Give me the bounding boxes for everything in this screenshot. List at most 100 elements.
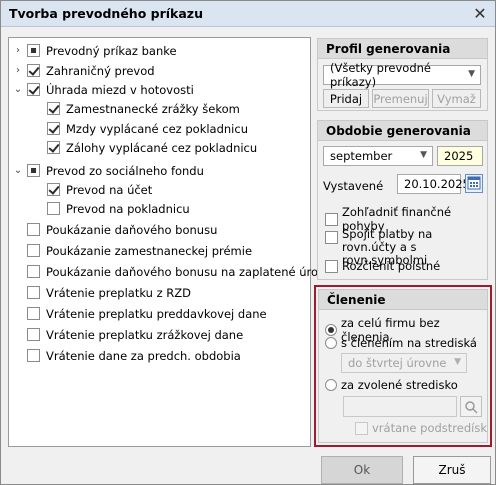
tree-item-checkbox[interactable]	[47, 202, 60, 215]
add-profile-button[interactable]: Pridaj	[323, 89, 369, 108]
profile-select[interactable]: (Všetky prevodné príkazy) ▼	[323, 61, 481, 89]
tree-item-label: Mzdy vyplácané cez pokladnicu	[66, 121, 248, 136]
option-label: vrátane podstredísk	[372, 421, 487, 435]
issued-date-value: 20.10.2025	[404, 177, 470, 191]
tree-item[interactable]: ⌄ Prevod zo sociálneho fondu	[14, 161, 204, 180]
tree-item-label: Úhrada miezd v hotovosti	[46, 82, 194, 97]
tree-item-checkbox[interactable]	[27, 307, 40, 320]
tree-item-checkbox[interactable]	[47, 102, 60, 115]
tree-item[interactable]: Mzdy vyplácané cez pokladnicu	[47, 119, 248, 138]
chevron-down-icon: ▼	[420, 150, 427, 160]
tree-item[interactable]: Poukázanie daňového bonusu	[27, 220, 217, 239]
tree-item-checkbox[interactable]	[47, 122, 60, 135]
checkbox[interactable]	[325, 231, 338, 244]
ok-button[interactable]: Ok	[321, 456, 403, 484]
checkbox[interactable]	[355, 421, 368, 435]
cancel-button[interactable]: Zruš	[413, 456, 491, 484]
delete-profile-button[interactable]: Vymaž	[432, 89, 481, 108]
profile-header: Profil generovania	[318, 39, 487, 59]
tree-item-checkbox[interactable]	[47, 141, 60, 154]
tree-item[interactable]: Vrátenie preplatku zrážkovej dane	[27, 325, 243, 344]
tree-item-label: Vrátenie preplatku z RZD	[46, 285, 192, 300]
chevron-right-icon[interactable]: ›	[13, 41, 23, 60]
chevron-down-icon: ▼	[454, 357, 461, 367]
tree-item-checkbox[interactable]	[27, 223, 40, 236]
issued-date-field[interactable]: 20.10.2025	[397, 174, 470, 194]
year-value: 2025	[444, 149, 474, 163]
tree-item[interactable]: › Prevodný príkaz banke	[16, 41, 177, 60]
tree-item-label: Zálohy vyplácané cez pokladnicu	[66, 140, 258, 155]
year-field[interactable]: 2025	[437, 146, 483, 166]
calendar-icon[interactable]	[465, 174, 483, 193]
tree-item[interactable]: Zamestnanecké zrážky šekom	[47, 99, 240, 118]
chevron-right-icon[interactable]: ›	[13, 61, 23, 80]
tree-item-checkbox[interactable]	[27, 64, 40, 77]
tree-item-checkbox[interactable]	[27, 244, 40, 257]
tree-item-label: Prevod na pokladnicu	[66, 201, 190, 216]
tree-item[interactable]: Vrátenie preplatku preddavkovej dane	[27, 304, 267, 323]
chevron-down-icon: ▼	[468, 69, 475, 79]
tree-item-checkbox[interactable]	[27, 349, 40, 362]
radio-button[interactable]	[325, 337, 337, 349]
tree-item-checkbox[interactable]	[27, 286, 40, 299]
breakdown-group: Členenie za celú firmu bez členenia s čl…	[318, 289, 488, 443]
radio-label: s členením na strediská	[341, 336, 477, 350]
checkbox[interactable]	[325, 259, 338, 273]
title-bar: Tvorba prevodného príkazu ✕	[1, 1, 495, 27]
option-include-subcenters[interactable]: vrátane podstredísk	[355, 421, 487, 435]
tree-item-checkbox[interactable]	[47, 183, 60, 196]
level-select[interactable]: do štvrtej úrovne ▼	[341, 353, 467, 373]
tree-item-label: Prevod zo sociálneho fondu	[46, 163, 204, 178]
tree-item[interactable]: Prevod na účet	[47, 180, 152, 199]
issued-label: Vystavené	[323, 179, 384, 193]
option-split-insurance[interactable]: Rozčleniť poistné	[325, 259, 440, 273]
profile-select-value: (Všetky prevodné príkazy)	[330, 61, 431, 89]
tree-item-checkbox[interactable]	[27, 328, 40, 341]
tree-item[interactable]: Zálohy vyplácané cez pokladnicu	[47, 138, 257, 157]
chevron-down-icon[interactable]: ⌄	[13, 80, 23, 99]
tree-item-checkbox[interactable]	[27, 164, 40, 177]
tree-item-label: Poukázanie zamestnaneckej prémie	[46, 243, 253, 258]
month-select[interactable]: september ▼	[323, 146, 433, 166]
rename-profile-button[interactable]: Premenuj	[372, 89, 429, 108]
tree-item-label: Zahraničný prevod	[46, 63, 155, 78]
month-value: september	[330, 149, 393, 163]
radio-button[interactable]	[325, 379, 337, 391]
close-icon[interactable]: ✕	[471, 4, 489, 23]
center-input[interactable]	[343, 396, 457, 417]
tree-item-label: Vrátenie preplatku zrážkovej dane	[46, 327, 244, 342]
dialog-window: Tvorba prevodného príkazu ✕ › Prevodný pr…	[0, 0, 496, 485]
transfer-type-tree[interactable]: › Prevodný príkaz banke › Zahraničný prevod…	[8, 37, 331, 447]
chevron-down-icon[interactable]: ⌄	[13, 161, 23, 180]
tree-item[interactable]: Vrátenie dane za predch. obdobia	[27, 346, 241, 365]
tree-item-label: Vrátenie dane za predch. obdobia	[46, 348, 241, 363]
profile-group: Profil generovania (Všetky prevodné prík…	[317, 38, 488, 111]
tree-item-label: Prevod na účet	[66, 182, 153, 197]
period-group: Obdobie generovania september ▼ 2025 Vys…	[317, 120, 488, 280]
checkbox[interactable]	[325, 212, 338, 226]
period-header: Obdobie generovania	[318, 121, 487, 141]
radio-button[interactable]	[325, 324, 337, 336]
tree-item-checkbox[interactable]	[27, 83, 40, 96]
tree-item[interactable]: Vrátenie preplatku z RZD	[27, 283, 191, 302]
search-icon	[465, 400, 478, 414]
tree-item[interactable]: Poukázanie daňového bonusu na zaplatené …	[27, 262, 331, 281]
tree-item-label: Zamestnanecké zrážky šekom	[66, 101, 240, 116]
radio-selected-center[interactable]: za zvolené stredisko	[325, 378, 458, 392]
tree-item-checkbox[interactable]	[27, 44, 40, 57]
tree-item-label: Vrátenie preplatku preddavkovej dane	[46, 306, 267, 321]
window-title: Tvorba prevodného príkazu	[9, 6, 203, 21]
search-center-button[interactable]	[460, 396, 482, 417]
option-label: Rozčleniť poistné	[342, 259, 441, 273]
tree-item-label: Poukázanie daňového bonusu na zaplatené …	[46, 264, 332, 279]
radio-by-centers[interactable]: s členením na strediská	[325, 336, 477, 350]
tree-item-label: Prevodný príkaz banke	[46, 43, 177, 58]
tree-item-checkbox[interactable]	[27, 265, 40, 278]
tree-item[interactable]: › Zahraničný prevod	[16, 61, 155, 80]
tree-item[interactable]: ⌄ Úhrada miezd v hotovosti	[14, 80, 194, 99]
level-value: do štvrtej úrovne	[348, 356, 447, 370]
radio-label: za zvolené stredisko	[341, 378, 458, 392]
breakdown-header: Členenie	[319, 290, 487, 310]
tree-item[interactable]: Poukázanie zamestnaneckej prémie	[27, 241, 252, 260]
tree-item[interactable]: Prevod na pokladnicu	[47, 199, 190, 218]
